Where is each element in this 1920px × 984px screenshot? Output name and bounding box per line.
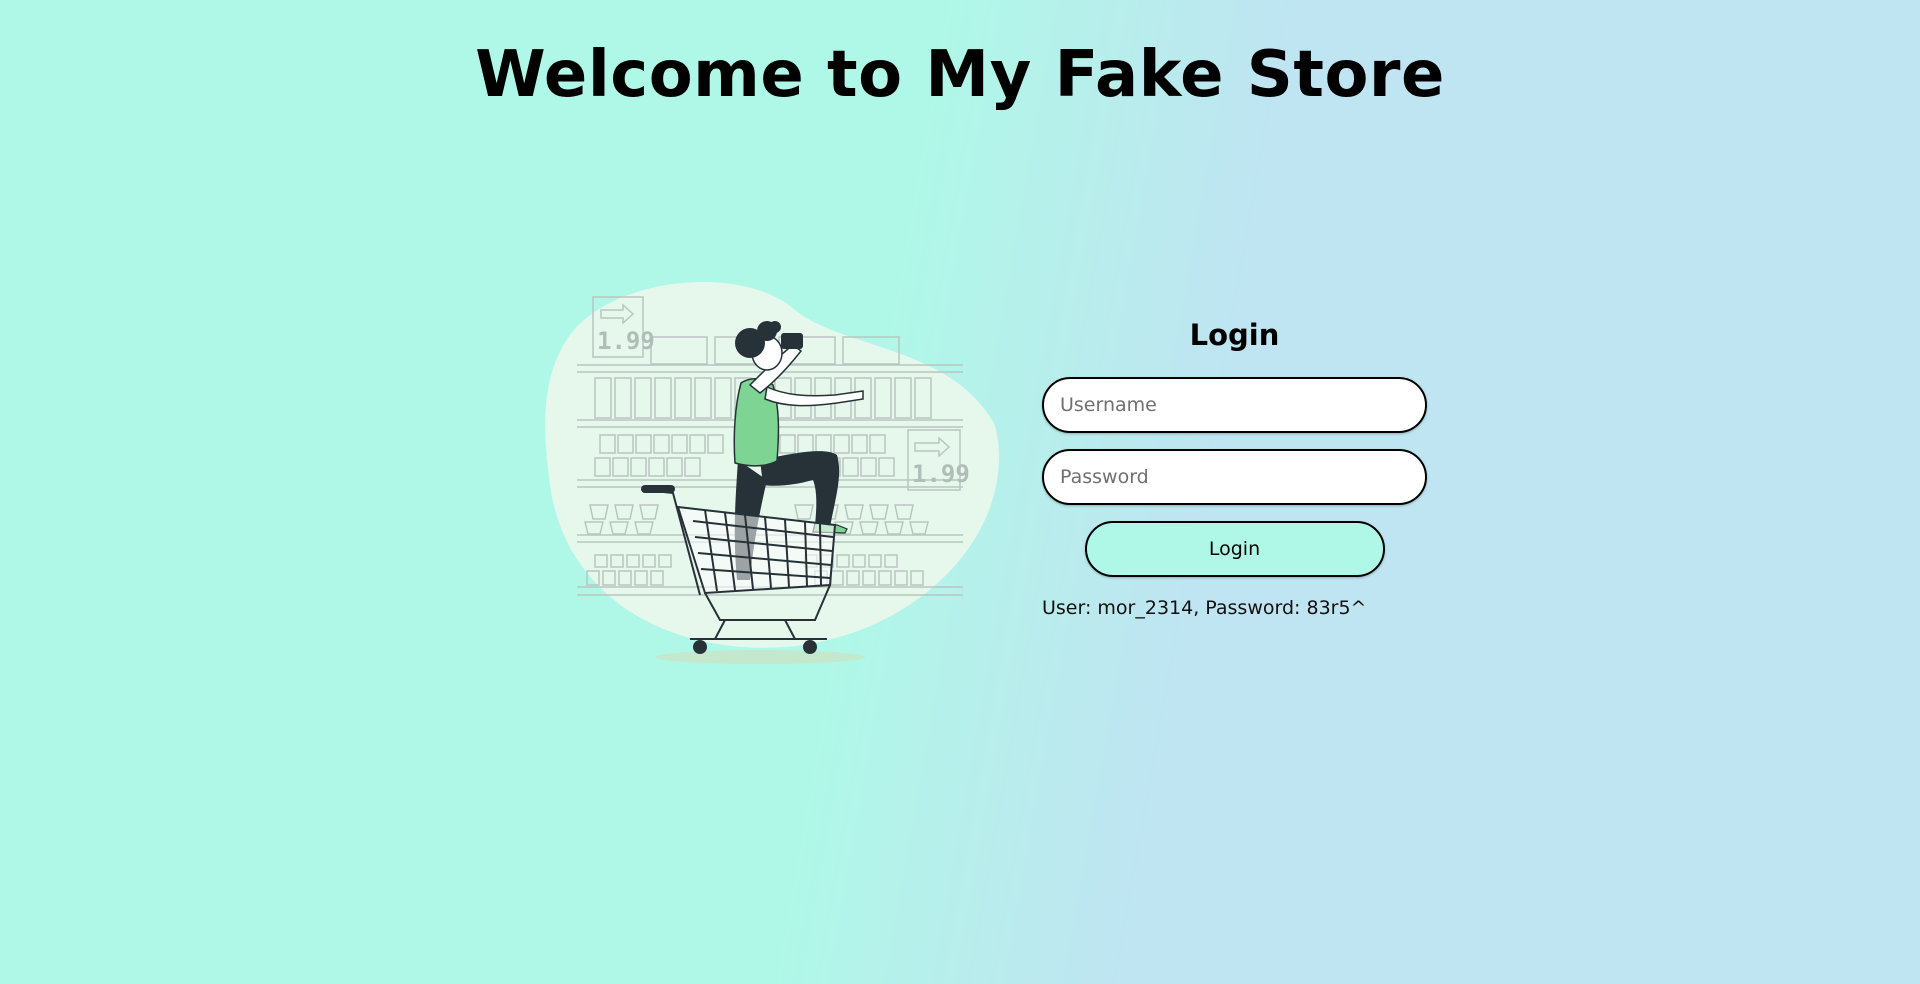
login-heading: Login [1189, 318, 1280, 352]
login-form: Login Login User: mor_2314, Password: 83… [1042, 315, 1427, 619]
login-button[interactable]: Login [1084, 521, 1385, 577]
price-tag-1: 1.99 [597, 327, 655, 355]
page-title: Welcome to My Fake Store [475, 38, 1445, 112]
username-input[interactable] [1042, 377, 1427, 433]
credentials-hint: User: mor_2314, Password: 83r5^ [1042, 597, 1367, 619]
shopping-cart-woman-illustration: 1.99 1.99 [545, 282, 999, 664]
price-tag-2: 1.99 [912, 460, 970, 488]
password-input[interactable] [1042, 449, 1427, 505]
shopping-illustration: 1.99 1.99 [545, 275, 1005, 670]
